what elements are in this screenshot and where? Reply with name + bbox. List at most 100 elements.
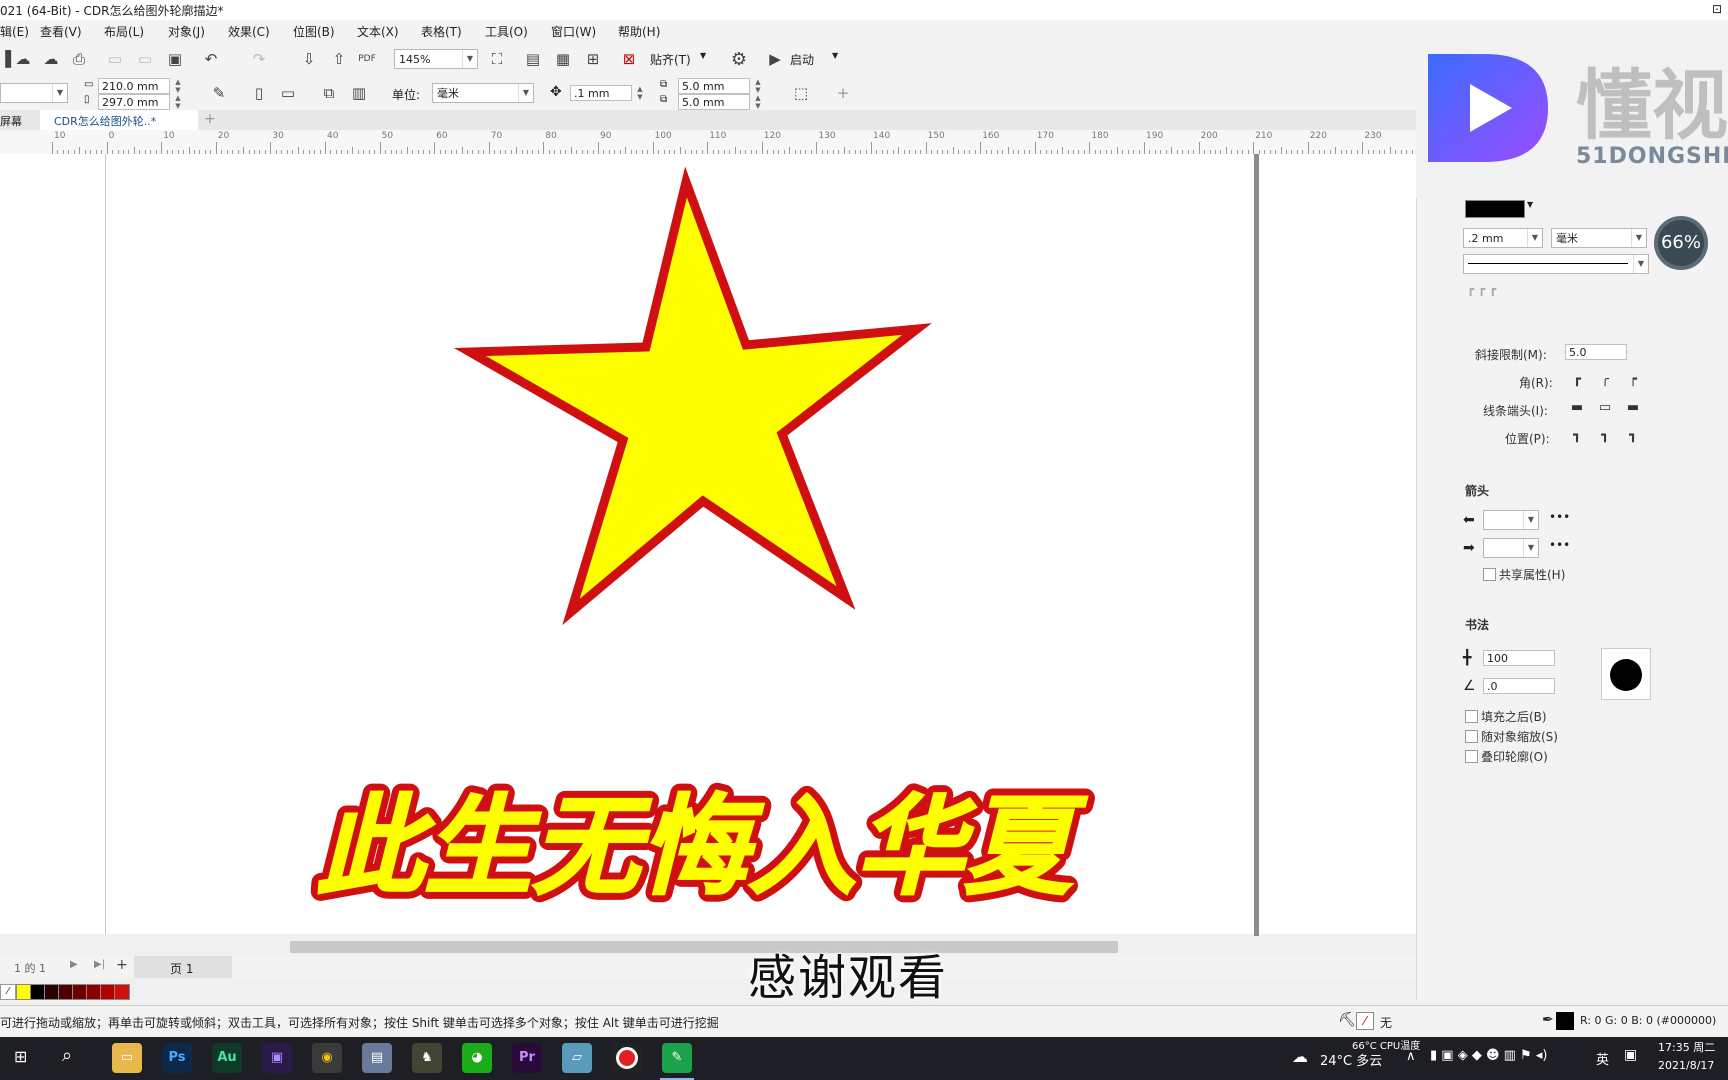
horizontal-ruler[interactable]: 10 0 10 20 30 40 50 60 70 80 90 100 110 120 130 140 150 1… bbox=[0, 130, 1416, 155]
menu-bitmap[interactable]: 位图(B) bbox=[293, 23, 335, 40]
stretch-field[interactable]: 100 bbox=[1483, 650, 1555, 666]
menu-object[interactable]: 对象(J) bbox=[168, 23, 205, 40]
portrait-icon[interactable]: ▯ bbox=[248, 82, 270, 104]
undo-icon[interactable]: ↶ bbox=[200, 48, 222, 70]
square-cap-icon[interactable]: ▬ bbox=[1623, 399, 1643, 417]
record-icon[interactable] bbox=[612, 1043, 642, 1073]
launch-label[interactable]: 启动 bbox=[790, 51, 814, 68]
menu-text[interactable]: 文本(X) bbox=[357, 23, 399, 40]
round-cap-icon[interactable]: ▭ bbox=[1595, 399, 1615, 417]
search-icon[interactable]: ⌕ bbox=[62, 1045, 72, 1066]
outline-color-swatch[interactable] bbox=[1465, 200, 1525, 218]
nudge-distance-field[interactable]: .1 mm bbox=[570, 85, 632, 101]
coreldraw-icon[interactable]: ✎ bbox=[662, 1043, 692, 1073]
dup-y-spinner[interactable]: ▲ ▼ bbox=[752, 94, 764, 110]
photo-app-icon[interactable]: ♞ bbox=[412, 1043, 442, 1073]
duplicate-x-field[interactable]: 5.0 mm bbox=[678, 78, 750, 94]
cloud-upload-icon[interactable]: ☁ bbox=[40, 48, 62, 70]
units-combo[interactable]: 毫米 ▼ bbox=[432, 83, 534, 103]
snap-to-label[interactable]: 贴齐(T) bbox=[650, 51, 691, 68]
launch-icon[interactable]: ▶ bbox=[764, 48, 786, 70]
end-arrow-combo[interactable]: ▼ bbox=[1483, 538, 1539, 558]
nib-preview[interactable] bbox=[1601, 648, 1651, 700]
wechat-icon[interactable]: ◕ bbox=[462, 1043, 492, 1073]
scale-with-object-checkbox[interactable] bbox=[1465, 730, 1478, 743]
menu-table[interactable]: 表格(T) bbox=[421, 23, 462, 40]
add-page-icon[interactable]: + bbox=[116, 957, 128, 973]
drawing-canvas[interactable]: 此生无悔入华夏 此生无悔入华夏 bbox=[0, 154, 1416, 953]
width-spinner[interactable]: ▲ ▼ bbox=[172, 78, 184, 94]
share-attributes-checkbox[interactable] bbox=[1483, 568, 1496, 581]
menu-tools[interactable]: 工具(O) bbox=[485, 23, 528, 40]
all-pages-icon[interactable]: ⧉ bbox=[318, 82, 340, 104]
grid-icon[interactable]: ▦ bbox=[552, 48, 574, 70]
nudge-spinner[interactable]: ▲ ▼ bbox=[634, 85, 646, 101]
photoshop-icon[interactable]: Ps bbox=[162, 1043, 192, 1073]
miter-limit-field[interactable]: 5.0 bbox=[1565, 344, 1627, 360]
audition-icon[interactable]: Au bbox=[212, 1043, 242, 1073]
outline-color-status-swatch[interactable] bbox=[1556, 1012, 1574, 1030]
chevron-down-icon[interactable]: ▼ bbox=[700, 51, 706, 60]
outline-unit-combo[interactable]: 毫米 ▼ bbox=[1551, 228, 1647, 248]
corner-style-icon[interactable]: ┏ ┏ ┏ bbox=[1467, 282, 1496, 296]
line-style-combo[interactable]: ▼ bbox=[1463, 254, 1649, 274]
print-icon[interactable]: ⎙ bbox=[68, 48, 90, 70]
horizontal-scrollbar[interactable] bbox=[290, 941, 1118, 953]
add-tab-icon[interactable]: + bbox=[204, 111, 216, 127]
inside-outline-icon[interactable]: ┓ bbox=[1623, 427, 1643, 445]
palette-swatch[interactable] bbox=[114, 984, 130, 1000]
notes-icon[interactable]: ▱ bbox=[562, 1043, 592, 1073]
tray-icons[interactable]: ▮ ▣ ◈ ◆ ☻ ▥ ⚑ ◂) bbox=[1430, 1048, 1547, 1063]
more-options-icon[interactable]: ••• bbox=[1549, 510, 1570, 524]
import-icon[interactable]: ⇩ bbox=[298, 48, 320, 70]
butt-cap-icon[interactable]: ▬ bbox=[1567, 399, 1587, 417]
page-border-icon[interactable]: ⬚ bbox=[790, 82, 812, 104]
vegas-icon[interactable]: ▣ bbox=[262, 1043, 292, 1073]
page-width-field[interactable]: 210.0 mm bbox=[98, 78, 170, 94]
clock-time[interactable]: 17:35 周二 bbox=[1658, 1039, 1715, 1055]
page-size-combo[interactable]: ▼ bbox=[0, 83, 68, 103]
duplicate-y-field[interactable]: 5.0 mm bbox=[678, 94, 750, 110]
cut-icon[interactable]: ▭ bbox=[104, 48, 126, 70]
chrome-icon[interactable]: ◉ bbox=[312, 1043, 342, 1073]
redo-icon[interactable]: ↷ bbox=[248, 48, 270, 70]
more-options-icon[interactable]: ••• bbox=[1549, 538, 1570, 552]
next-page-icon[interactable]: ▶ bbox=[70, 959, 78, 970]
chevron-down-icon[interactable]: ▼ bbox=[1527, 200, 1533, 209]
fill-behind-checkbox[interactable] bbox=[1465, 710, 1478, 723]
current-page-icon[interactable]: ▥ bbox=[348, 82, 370, 104]
page-height-field[interactable]: 297.0 mm bbox=[98, 94, 170, 110]
menu-view[interactable]: 查看(V) bbox=[40, 23, 82, 40]
zoom-combo[interactable]: 145% ▼ bbox=[394, 49, 478, 69]
show-hidden-icons-icon[interactable]: ∧ bbox=[1406, 1049, 1416, 1064]
app-icon[interactable]: ▤ bbox=[362, 1043, 392, 1073]
weather-text[interactable]: 24°C 多云 bbox=[1320, 1050, 1382, 1069]
copy-icon[interactable]: ▭ bbox=[134, 48, 156, 70]
chevron-down-icon[interactable]: ▼ bbox=[832, 51, 838, 60]
menu-edit[interactable]: 辑(E) bbox=[0, 23, 29, 40]
tab-welcome[interactable]: 屏幕 bbox=[0, 113, 22, 129]
bevel-corner-icon[interactable]: ┍ bbox=[1623, 371, 1643, 389]
page-tab[interactable]: 页 1 bbox=[134, 956, 232, 978]
snap-off-icon[interactable]: ⊠ bbox=[618, 48, 640, 70]
landscape-icon[interactable]: ▭ bbox=[277, 82, 299, 104]
last-page-icon[interactable]: ▶| bbox=[94, 959, 105, 970]
pen-icon[interactable]: ✎ bbox=[208, 82, 230, 104]
no-color-swatch[interactable]: ⁄ bbox=[0, 984, 16, 1000]
task-view-icon[interactable]: ⊞ bbox=[14, 1047, 27, 1066]
overprint-checkbox[interactable] bbox=[1465, 750, 1478, 763]
angle-field[interactable]: .0 bbox=[1483, 678, 1555, 694]
paste-icon[interactable]: ▣ bbox=[164, 48, 186, 70]
guidelines-icon[interactable]: ⊞ bbox=[582, 48, 604, 70]
export-icon[interactable]: ⇧ bbox=[328, 48, 350, 70]
start-arrow-combo[interactable]: ▼ bbox=[1483, 510, 1539, 530]
menu-effects[interactable]: 效果(C) bbox=[228, 23, 270, 40]
dup-x-spinner[interactable]: ▲ ▼ bbox=[752, 78, 764, 94]
clock-date[interactable]: 2021/8/17 bbox=[1658, 1059, 1714, 1072]
user-icon[interactable]: ⊡ bbox=[1712, 2, 1722, 16]
options-gear-icon[interactable]: ⚙ bbox=[728, 48, 750, 70]
menu-layout[interactable]: 布局(L) bbox=[104, 23, 144, 40]
pdf-icon[interactable]: PDF bbox=[356, 48, 378, 70]
outside-outline-icon[interactable]: ┓ bbox=[1567, 427, 1587, 445]
cloud-download-icon[interactable]: ☁ bbox=[12, 48, 34, 70]
